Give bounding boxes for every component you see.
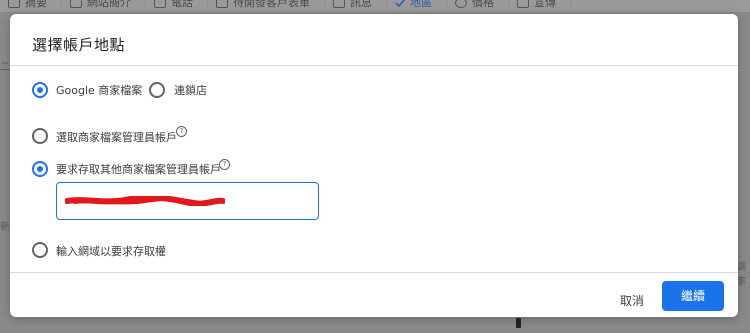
tab-label: 價格 [472, 0, 494, 9]
tab-lead-form[interactable]: 待開發客戶表單 [208, 0, 325, 9]
phone-icon [154, 0, 166, 8]
summary-icon [8, 0, 20, 8]
radio-label-enter-domain: 輸入網域以要求存取權 [56, 245, 166, 258]
background-tab-bar: 摘要 網站簡介 電話 待開發客戶表單 訊息 地區 價格 宣傳 [0, 0, 750, 12]
tab-label: 電話 [171, 0, 193, 9]
account-input-field[interactable] [56, 182, 319, 220]
continue-button[interactable]: 繼續 [662, 281, 724, 311]
tab-message[interactable]: 訊息 [325, 0, 387, 9]
megaphone-icon [517, 0, 529, 8]
dialog-title: 選擇帳戶地點 [32, 36, 126, 54]
background-side-text: 新 [0, 222, 10, 233]
document-icon [70, 0, 82, 8]
radio-label-request-other-manager-account: 要求存取其他商家檔案管理員帳戶 [56, 163, 221, 176]
background-side-text: 二 [0, 62, 10, 73]
redaction-scribble-icon [65, 196, 225, 206]
radio-select-manager-account[interactable] [32, 128, 48, 144]
tab-site-intro[interactable]: 網站簡介 [62, 0, 146, 9]
select-account-location-dialog: 選擇帳戶地點 Google 商家檔案 連鎖店 選取商家檔案管理員帳戶 ? 要求存… [10, 14, 738, 317]
tab-summary[interactable]: 摘要 [0, 0, 62, 9]
help-icon[interactable]: ? [219, 159, 230, 170]
help-icon[interactable]: ? [176, 126, 187, 137]
radio-enter-domain[interactable] [32, 242, 48, 258]
radio-label-select-manager-account: 選取商家檔案管理員帳戶 [56, 131, 177, 144]
radio-label-google-business-profile: Google 商家檔案 [56, 84, 143, 97]
tab-label: 訊息 [350, 0, 372, 9]
radio-label-chain-store: 連鎖店 [174, 84, 207, 97]
background-side-text: 調率 [736, 262, 746, 288]
tab-location[interactable]: 地區 [387, 0, 447, 9]
price-icon [455, 0, 467, 8]
tab-price[interactable]: 價格 [447, 0, 509, 9]
tab-label: 宣傳 [534, 0, 556, 9]
radio-google-business-profile[interactable] [32, 82, 48, 98]
divider [10, 272, 738, 273]
tab-label: 地區 [410, 0, 432, 9]
radio-request-other-manager-account[interactable] [32, 161, 48, 177]
divider [10, 65, 738, 66]
cancel-button[interactable]: 取消 [608, 289, 656, 313]
tab-phone[interactable]: 電話 [146, 0, 208, 9]
mouse-cursor [516, 318, 521, 328]
check-icon [395, 0, 405, 8]
tab-label: 網站簡介 [87, 0, 131, 9]
form-icon [216, 0, 228, 8]
tab-label: 摘要 [25, 0, 47, 9]
tab-label: 待開發客戶表單 [233, 0, 310, 9]
tab-promotion[interactable]: 宣傳 [509, 0, 571, 9]
radio-chain-store[interactable] [149, 82, 165, 98]
message-icon [333, 0, 345, 8]
